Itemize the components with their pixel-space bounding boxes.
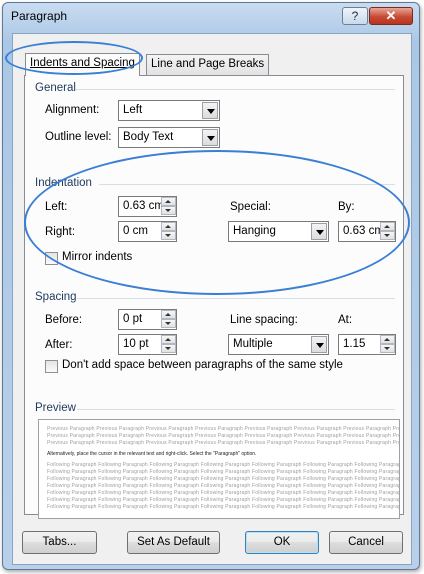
spin-down-icon[interactable] — [161, 319, 176, 328]
before-label: Before: — [45, 314, 83, 326]
spacing-after-value: 10 pt — [123, 338, 149, 350]
preview-following-paragraph: Following Paragraph Following Paragraph … — [47, 483, 400, 489]
special-label: Special: — [230, 201, 271, 213]
spin-up-icon[interactable] — [380, 335, 395, 344]
preview-following-paragraph: Following Paragraph Following Paragraph … — [47, 476, 400, 482]
mirror-indents-checkbox[interactable] — [45, 252, 58, 265]
tab-indents-and-spacing[interactable]: Indents and Spacing — [25, 53, 140, 76]
spin-up-icon[interactable] — [161, 197, 176, 206]
outline-level-select[interactable]: Body Text — [118, 127, 220, 148]
chevron-down-icon[interactable] — [202, 129, 218, 146]
help-icon: ? — [351, 9, 359, 23]
spacing-section-title: Spacing — [35, 291, 77, 303]
spin-down-icon[interactable] — [380, 344, 395, 353]
chevron-down-icon[interactable] — [202, 102, 218, 119]
preview-following-paragraph: Following Paragraph Following Paragraph … — [47, 469, 400, 475]
outline-level-label: Outline level: — [45, 131, 112, 143]
preview-divider — [77, 409, 395, 410]
by-spinner[interactable]: 0.63 cm — [338, 221, 396, 242]
special-select[interactable]: Hanging — [228, 221, 329, 242]
after-label: After: — [45, 339, 73, 351]
special-value: Hanging — [233, 225, 276, 237]
spin-up-icon[interactable] — [161, 335, 176, 344]
right-indent-value: 0 cm — [123, 225, 148, 237]
by-label: By: — [338, 201, 355, 213]
close-button[interactable]: ✕ — [369, 7, 413, 25]
dialog-title: Paragraph — [11, 9, 68, 23]
spacing-before-value: 0 pt — [123, 313, 143, 325]
spin-up-icon[interactable] — [380, 222, 395, 231]
line-spacing-at-value: 1.15 — [343, 338, 366, 350]
paragraph-dialog: Paragraph ? ✕ Indents and Spacing Line a… — [2, 2, 420, 570]
spacing-before-spinner[interactable]: 0 pt — [118, 309, 177, 330]
preview-following-paragraph: Following Paragraph Following Paragraph … — [47, 497, 400, 503]
preview-previous-paragraph: Previous Paragraph Previous Paragraph Pr… — [47, 440, 399, 446]
dont-add-space-label[interactable]: Don't add space between paragraphs of th… — [62, 359, 343, 371]
preview-following-paragraph: Following Paragraph Following Paragraph … — [47, 504, 400, 510]
left-indent-spinner[interactable]: 0.63 cm — [118, 196, 177, 217]
line-spacing-label: Line spacing: — [230, 314, 298, 326]
cancel-button[interactable]: Cancel — [329, 531, 403, 554]
spacing-after-spinner[interactable]: 10 pt — [118, 334, 177, 355]
alignment-label: Alignment: — [45, 104, 100, 116]
set-as-default-button[interactable]: Set As Default — [127, 531, 220, 554]
spin-down-icon[interactable] — [161, 231, 176, 240]
left-indent-label: Left: — [45, 201, 68, 213]
preview-following-paragraph: Following Paragraph Following Paragraph … — [47, 490, 400, 496]
at-label: At: — [338, 314, 353, 326]
spin-up-icon[interactable] — [161, 222, 176, 231]
preview-section-title: Preview — [35, 402, 76, 414]
help-button[interactable]: ? — [342, 7, 368, 25]
preview-previous-paragraph: Previous Paragraph Previous Paragraph Pr… — [47, 433, 399, 439]
left-indent-value: 0.63 cm — [123, 200, 164, 212]
by-value: 0.63 cm — [343, 225, 384, 237]
tab-line-and-page-breaks-label: Line and Page Breaks — [151, 58, 265, 70]
outline-level-value: Body Text — [123, 131, 174, 143]
ok-button[interactable]: OK — [245, 531, 319, 554]
mirror-indents-label[interactable]: Mirror indents — [62, 251, 132, 263]
alignment-select[interactable]: Left — [118, 100, 220, 121]
preview-current-paragraph: Alternatively, place the cursor in the r… — [47, 451, 257, 457]
indentation-section-title: Indentation — [35, 177, 92, 189]
close-icon: ✕ — [385, 8, 397, 23]
tab-line-and-page-breaks[interactable]: Line and Page Breaks — [146, 54, 270, 75]
general-section-title: General — [35, 82, 76, 94]
general-divider — [75, 89, 395, 90]
spin-down-icon[interactable] — [380, 231, 395, 240]
line-spacing-at-spinner[interactable]: 1.15 — [338, 334, 396, 355]
tabs-button[interactable]: Tabs... — [22, 531, 97, 554]
right-indent-spinner[interactable]: 0 cm — [118, 221, 177, 242]
chevron-down-icon[interactable] — [311, 223, 327, 240]
chevron-down-icon[interactable] — [311, 336, 327, 353]
line-spacing-value: Multiple — [233, 338, 273, 350]
alignment-value: Left — [123, 104, 143, 116]
right-indent-label: Right: — [45, 226, 76, 238]
preview-following-paragraph: Following Paragraph Following Paragraph … — [47, 462, 400, 468]
spin-down-icon[interactable] — [161, 344, 176, 353]
line-spacing-select[interactable]: Multiple — [228, 334, 329, 355]
spin-up-icon[interactable] — [161, 310, 176, 319]
tab-indents-and-spacing-label: Indents and Spacing — [30, 57, 135, 69]
spacing-divider — [77, 298, 395, 299]
spin-down-icon[interactable] — [161, 206, 176, 215]
preview-previous-paragraph: Previous Paragraph Previous Paragraph Pr… — [47, 426, 399, 432]
dont-add-space-checkbox[interactable] — [45, 360, 58, 373]
indentation-divider — [99, 184, 395, 185]
preview-pane: Previous Paragraph Previous Paragraph Pr… — [38, 419, 400, 519]
